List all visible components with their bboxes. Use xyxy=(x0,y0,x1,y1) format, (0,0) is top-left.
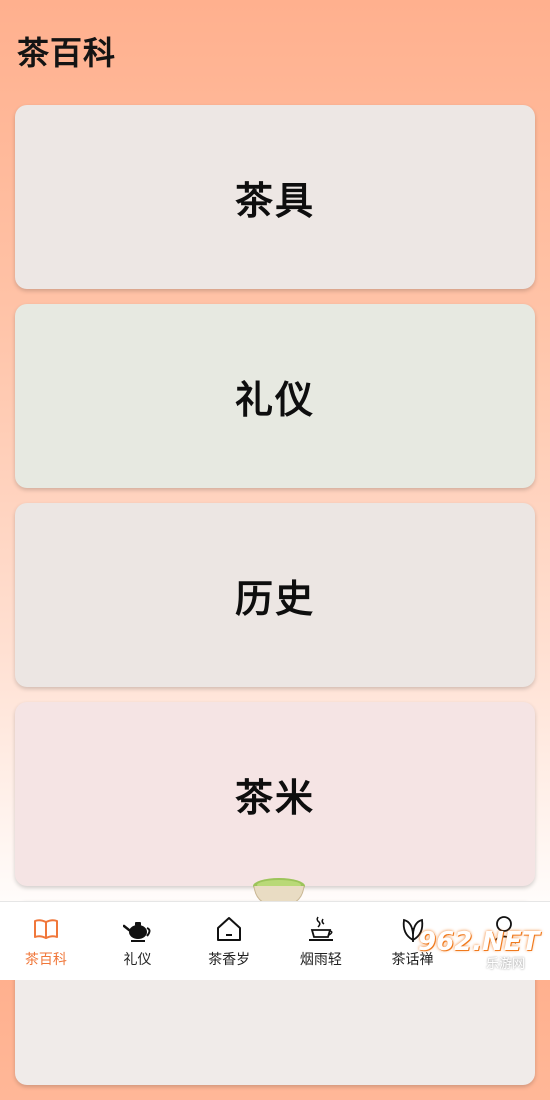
nav-item-tea-fragrance[interactable]: 茶香岁 xyxy=(183,902,275,980)
category-card-label: 历史 xyxy=(234,576,315,621)
home-icon xyxy=(217,917,242,941)
nav-item-tea-encyclopedia[interactable]: 茶百科 xyxy=(0,902,92,980)
nav-item-etiquette[interactable]: 礼仪 xyxy=(92,902,184,980)
nav-item-misty-rain[interactable]: 烟雨轻 xyxy=(275,902,367,980)
category-card-history[interactable]: 历史 xyxy=(15,503,535,687)
nav-label: 礼仪 xyxy=(123,952,152,968)
watermark: 962.NET 乐游网 xyxy=(412,925,550,979)
category-card-label: 茶米 xyxy=(234,775,315,820)
page-title: 茶百科 xyxy=(17,34,117,72)
book-icon xyxy=(33,919,58,939)
teapot-icon xyxy=(122,922,150,942)
category-card-etiquette[interactable]: 礼仪 xyxy=(15,304,535,488)
watermark-subtext: 乐游网 xyxy=(486,957,526,972)
steaming-cup-icon xyxy=(308,916,333,941)
category-card-label: 礼仪 xyxy=(234,377,315,422)
category-card-tea-ware[interactable]: 茶具 xyxy=(15,105,535,289)
category-card-tea-rice[interactable]: 茶米 xyxy=(15,702,535,886)
nav-label: 茶香岁 xyxy=(208,952,251,968)
category-card-label: 茶具 xyxy=(234,178,315,223)
nav-label: 烟雨轻 xyxy=(299,952,342,968)
nav-label: 茶百科 xyxy=(24,952,67,968)
